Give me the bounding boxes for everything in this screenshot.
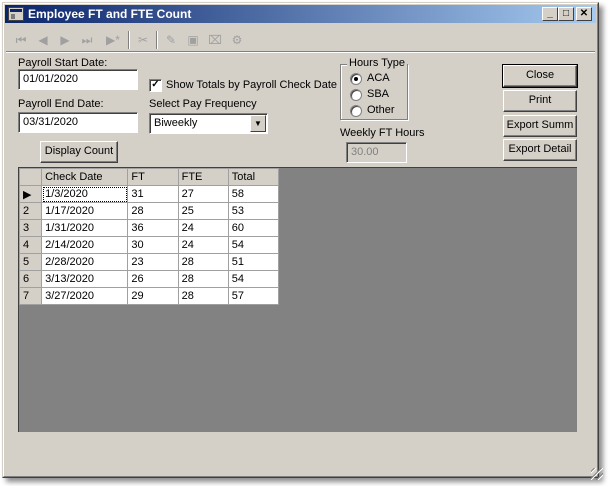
export-detail-button[interactable]: Export Detail	[503, 139, 577, 161]
payroll-end-date-field[interactable]: 03/31/2020	[18, 112, 138, 133]
first-record-icon[interactable]: ⏮	[12, 31, 30, 49]
cell-ft[interactable]: 31	[127, 185, 179, 203]
column-header-ft[interactable]: FT	[127, 168, 179, 186]
hours-type-legend: Hours Type	[347, 57, 408, 69]
row-number: 6	[18, 270, 43, 288]
radio-other-label: Other	[367, 104, 395, 116]
cell-total[interactable]: 51	[227, 253, 280, 271]
display-count-button[interactable]: Display Count	[40, 141, 118, 163]
resize-grip-icon[interactable]	[591, 468, 603, 480]
cell-check-date[interactable]: 2/28/2020	[41, 253, 129, 271]
cell-total[interactable]: 54	[227, 236, 280, 254]
pay-frequency-select[interactable]: Biweekly ▼	[149, 113, 268, 134]
cell-ft[interactable]: 30	[127, 236, 179, 254]
radio-sba[interactable]	[350, 89, 362, 101]
cell-fte[interactable]: 25	[177, 202, 229, 220]
table-row[interactable]: 2 1/17/2020 28 25 53	[18, 202, 280, 220]
column-header-total[interactable]: Total	[227, 168, 280, 186]
cell-check-date[interactable]: 3/27/2020	[41, 287, 129, 305]
results-grid: Check Date FT FTE Total ▶ 1/3/2020 31 27…	[18, 168, 280, 305]
table-row[interactable]: 6 3/13/2020 26 28 54	[18, 270, 280, 288]
cell-fte[interactable]: 24	[177, 236, 229, 254]
pay-frequency-value: Biweekly	[154, 117, 198, 129]
current-row-indicator-icon: ▶	[18, 185, 43, 203]
radio-sba-label: SBA	[367, 88, 390, 100]
next-record-icon[interactable]: ▶	[56, 31, 74, 49]
row-number: 3	[18, 219, 43, 237]
row-number: 5	[18, 253, 43, 271]
cell-total[interactable]: 53	[227, 202, 280, 220]
row-number: 4	[18, 236, 43, 254]
table-row[interactable]: 7 3/27/2020 29 28 57	[18, 287, 280, 305]
weekly-ft-hours-field: 30.00	[346, 142, 407, 163]
cell-check-date[interactable]: 1/17/2020	[41, 202, 129, 220]
cell-total[interactable]: 54	[227, 270, 280, 288]
cell-ft[interactable]: 23	[127, 253, 179, 271]
delete-icon[interactable]: ✂	[134, 31, 152, 49]
navigation-toolbar: ⏮ ◀ ▶ ⏭ ▶* ✂ ✎ ▣ ⌧ ⚙	[6, 27, 595, 53]
last-record-icon[interactable]: ⏭	[78, 31, 96, 49]
radio-aca-label: ACA	[367, 72, 390, 84]
close-window-button[interactable]: ✕	[576, 7, 592, 21]
app-icon	[8, 7, 24, 21]
cell-fte[interactable]: 27	[177, 185, 229, 203]
cell-ft[interactable]: 29	[127, 287, 179, 305]
payroll-end-label: Payroll End Date:	[18, 98, 104, 110]
show-totals-label: Show Totals by Payroll Check Date	[166, 79, 337, 91]
toolbar-separator	[128, 31, 130, 49]
export-summ-button[interactable]: Export Summ	[503, 115, 577, 137]
table-row[interactable]: ▶ 1/3/2020 31 27 58	[18, 185, 280, 203]
minimize-button[interactable]: _	[542, 7, 558, 21]
table-row[interactable]: 3 1/31/2020 36 24 60	[18, 219, 280, 237]
radio-other[interactable]	[350, 105, 362, 117]
column-header-check-date[interactable]: Check Date	[41, 168, 129, 186]
grid-corner-cell	[18, 168, 43, 186]
table-row[interactable]: 5 2/28/2020 23 28 51	[18, 253, 280, 271]
cell-check-date[interactable]: 3/13/2020	[41, 270, 129, 288]
row-number: 7	[18, 287, 43, 305]
cell-ft[interactable]: 36	[127, 219, 179, 237]
column-header-fte[interactable]: FTE	[177, 168, 229, 186]
cell-check-date[interactable]: 1/3/2020	[41, 185, 129, 203]
cell-fte[interactable]: 28	[177, 253, 229, 271]
new-record-icon[interactable]: ▶*	[104, 31, 122, 49]
payroll-start-label: Payroll Start Date:	[18, 57, 108, 69]
show-totals-checkbox[interactable]: ✓	[149, 79, 162, 92]
cell-check-date[interactable]: 1/31/2020	[41, 219, 129, 237]
print-button[interactable]: Print	[503, 90, 577, 112]
radio-aca[interactable]	[350, 73, 362, 85]
close-button[interactable]: Close	[502, 64, 578, 88]
cell-total[interactable]: 57	[227, 287, 280, 305]
window-title: Employee FT and FTE Count	[28, 7, 192, 21]
edit-icon[interactable]: ✎	[162, 31, 180, 49]
cell-check-date[interactable]: 2/14/2020	[41, 236, 129, 254]
cell-fte[interactable]: 28	[177, 270, 229, 288]
pay-frequency-label: Select Pay Frequency	[149, 98, 257, 110]
weekly-ft-hours-label: Weekly FT Hours	[340, 127, 425, 139]
save-icon[interactable]: ▣	[184, 31, 202, 49]
cell-ft[interactable]: 28	[127, 202, 179, 220]
table-row[interactable]: 4 2/14/2020 30 24 54	[18, 236, 280, 254]
cell-fte[interactable]: 28	[177, 287, 229, 305]
chevron-down-icon[interactable]: ▼	[250, 115, 266, 132]
maximize-button[interactable]: □	[558, 7, 574, 21]
cell-total[interactable]: 58	[227, 185, 280, 203]
cell-total[interactable]: 60	[227, 219, 280, 237]
toolbar-separator	[156, 31, 158, 49]
previous-record-icon[interactable]: ◀	[34, 31, 52, 49]
cancel-icon[interactable]: ⌧	[206, 31, 224, 49]
cell-fte[interactable]: 24	[177, 219, 229, 237]
title-bar[interactable]: Employee FT and FTE Count _ □ ✕	[5, 5, 596, 23]
payroll-start-date-field[interactable]: 01/01/2020	[18, 69, 138, 90]
cell-ft[interactable]: 26	[127, 270, 179, 288]
grid-header-row: Check Date FT FTE Total	[18, 168, 280, 186]
properties-icon[interactable]: ⚙	[228, 31, 246, 49]
row-number: 2	[18, 202, 43, 220]
